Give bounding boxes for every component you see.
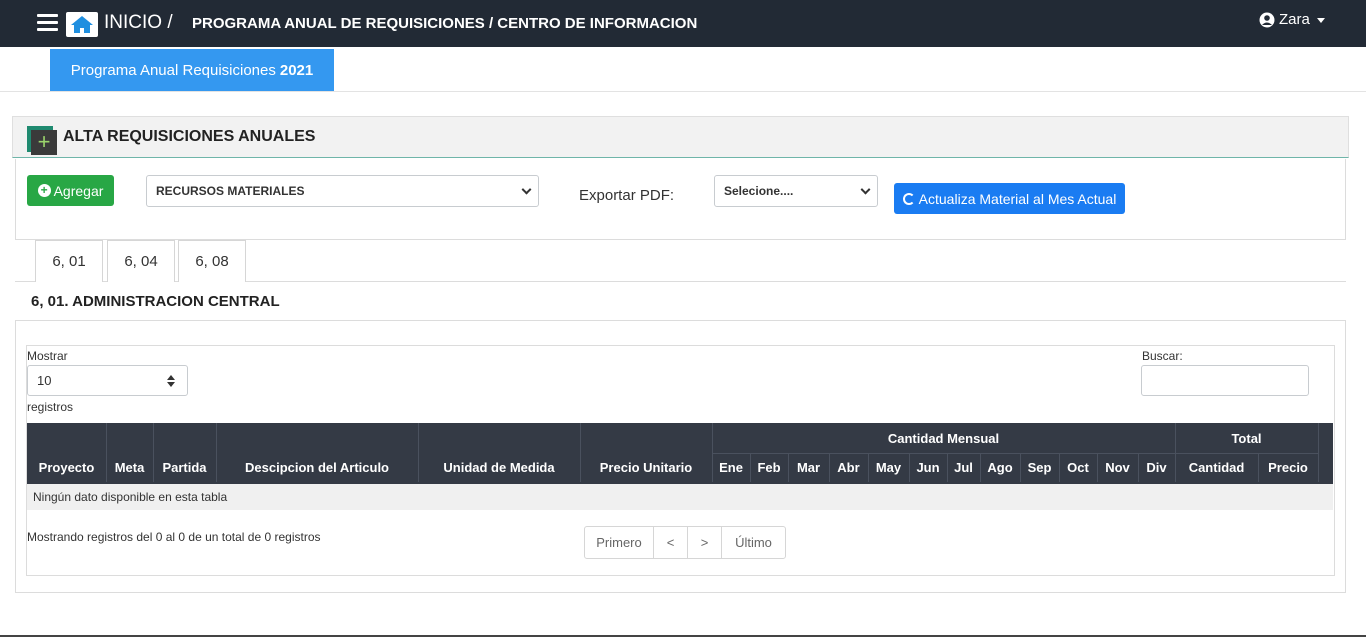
- plus-icon: +: [27, 126, 57, 155]
- actualiza-material-button[interactable]: Actualiza Material al Mes Actual: [894, 183, 1125, 214]
- col-partida[interactable]: Partida: [153, 453, 216, 482]
- col-month[interactable]: Ene: [712, 453, 750, 482]
- registros-label: registros: [27, 400, 74, 414]
- top-navbar: INICIO / PROGRAMA ANUAL DE REQUISICIONES…: [0, 0, 1366, 47]
- pager-last[interactable]: Último: [722, 527, 785, 558]
- pagination: Primero < > Último: [584, 526, 786, 559]
- home-icon[interactable]: [66, 12, 98, 37]
- col-month[interactable]: Sep: [1020, 453, 1059, 482]
- recursos-value: RECURSOS MATERIALES: [156, 184, 305, 198]
- tab-6-01[interactable]: 6, 01: [35, 240, 103, 282]
- tab-6-08[interactable]: 6, 08: [178, 240, 246, 282]
- col-month[interactable]: Nov: [1097, 453, 1138, 482]
- agregar-label: Agregar: [53, 182, 104, 199]
- col-proyecto[interactable]: Proyecto: [27, 453, 106, 482]
- col-meta[interactable]: Meta: [106, 453, 153, 482]
- col-descripcion[interactable]: Descipcion del Articulo: [216, 453, 418, 482]
- col-month[interactable]: Ago: [980, 453, 1020, 482]
- col-month[interactable]: Oct: [1059, 453, 1097, 482]
- divider: [0, 91, 1366, 92]
- page-length-select[interactable]: 10: [27, 365, 188, 396]
- page-length-value: 10: [37, 373, 52, 388]
- menu-icon[interactable]: [37, 14, 58, 34]
- pager-first[interactable]: Primero: [585, 527, 654, 558]
- col-total: Total: [1231, 430, 1262, 446]
- col-month[interactable]: Feb: [750, 453, 788, 482]
- user-name: Zara: [1279, 11, 1310, 28]
- pager-next[interactable]: >: [688, 527, 722, 558]
- refresh-icon: [902, 192, 915, 205]
- col-month[interactable]: Mar: [788, 453, 829, 482]
- tab-programa-anual[interactable]: Programa Anual Requisiciones 2021: [50, 49, 334, 92]
- col-cantidad-mensual: Cantidad Mensual: [887, 430, 1000, 446]
- col-month[interactable]: Jul: [947, 453, 980, 482]
- tab-6-04[interactable]: 6, 04: [107, 240, 175, 282]
- col-month[interactable]: May: [868, 453, 909, 482]
- section-header: + ALTA REQUISICIONES ANUALES: [12, 116, 1349, 158]
- mostrar-label: Mostrar: [27, 349, 68, 363]
- col-unidad[interactable]: Unidad de Medida: [418, 453, 580, 482]
- search-input[interactable]: [1141, 365, 1309, 396]
- user-menu[interactable]: Zara: [1259, 11, 1325, 28]
- program-tab-year: 2021: [279, 62, 314, 79]
- recursos-select[interactable]: RECURSOS MATERIALES: [146, 175, 539, 207]
- actualiza-label: Actualiza Material al Mes Actual: [918, 190, 1117, 207]
- col-total-cantidad[interactable]: Cantidad: [1175, 453, 1258, 482]
- chevron-down-icon: [521, 184, 532, 195]
- col-month[interactable]: Div: [1138, 453, 1175, 482]
- col-month[interactable]: Abr: [829, 453, 868, 482]
- col-precio-unitario[interactable]: Precio Unitario: [580, 453, 712, 482]
- sort-arrows-icon: [167, 375, 175, 387]
- user-circle-icon: [1259, 12, 1275, 27]
- center-title: 6, 01. ADMINISTRACION CENTRAL: [31, 293, 280, 310]
- export-pdf-label: Exportar PDF:: [579, 187, 675, 204]
- col-month[interactable]: Jun: [909, 453, 947, 482]
- plus-circle-icon: +: [37, 184, 51, 197]
- buscar-label: Buscar:: [1142, 349, 1183, 363]
- pdf-value: Selecione....: [724, 184, 794, 198]
- export-pdf-select[interactable]: Selecione....: [714, 175, 878, 207]
- pager-prev[interactable]: <: [654, 527, 688, 558]
- page-title: PROGRAMA ANUAL DE REQUISICIONES / CENTRO…: [192, 15, 698, 32]
- table-empty-row: Ningún dato disponible en esta tabla: [27, 482, 1333, 510]
- col-total-precio[interactable]: Precio: [1258, 453, 1318, 482]
- table-info: Mostrando registros del 0 al 0 de un tot…: [27, 530, 321, 544]
- chevron-down-icon: [860, 184, 871, 195]
- program-tab-label: Programa Anual Requisiciones: [70, 62, 276, 79]
- caret-down-icon: [1316, 17, 1325, 23]
- table-header: Proyecto Meta Partida Descipcion del Art…: [27, 423, 1333, 482]
- breadcrumb-inicio[interactable]: INICIO /: [104, 12, 173, 34]
- section-title: ALTA REQUISICIONES ANUALES: [63, 128, 316, 145]
- agregar-button[interactable]: + Agregar: [27, 175, 114, 206]
